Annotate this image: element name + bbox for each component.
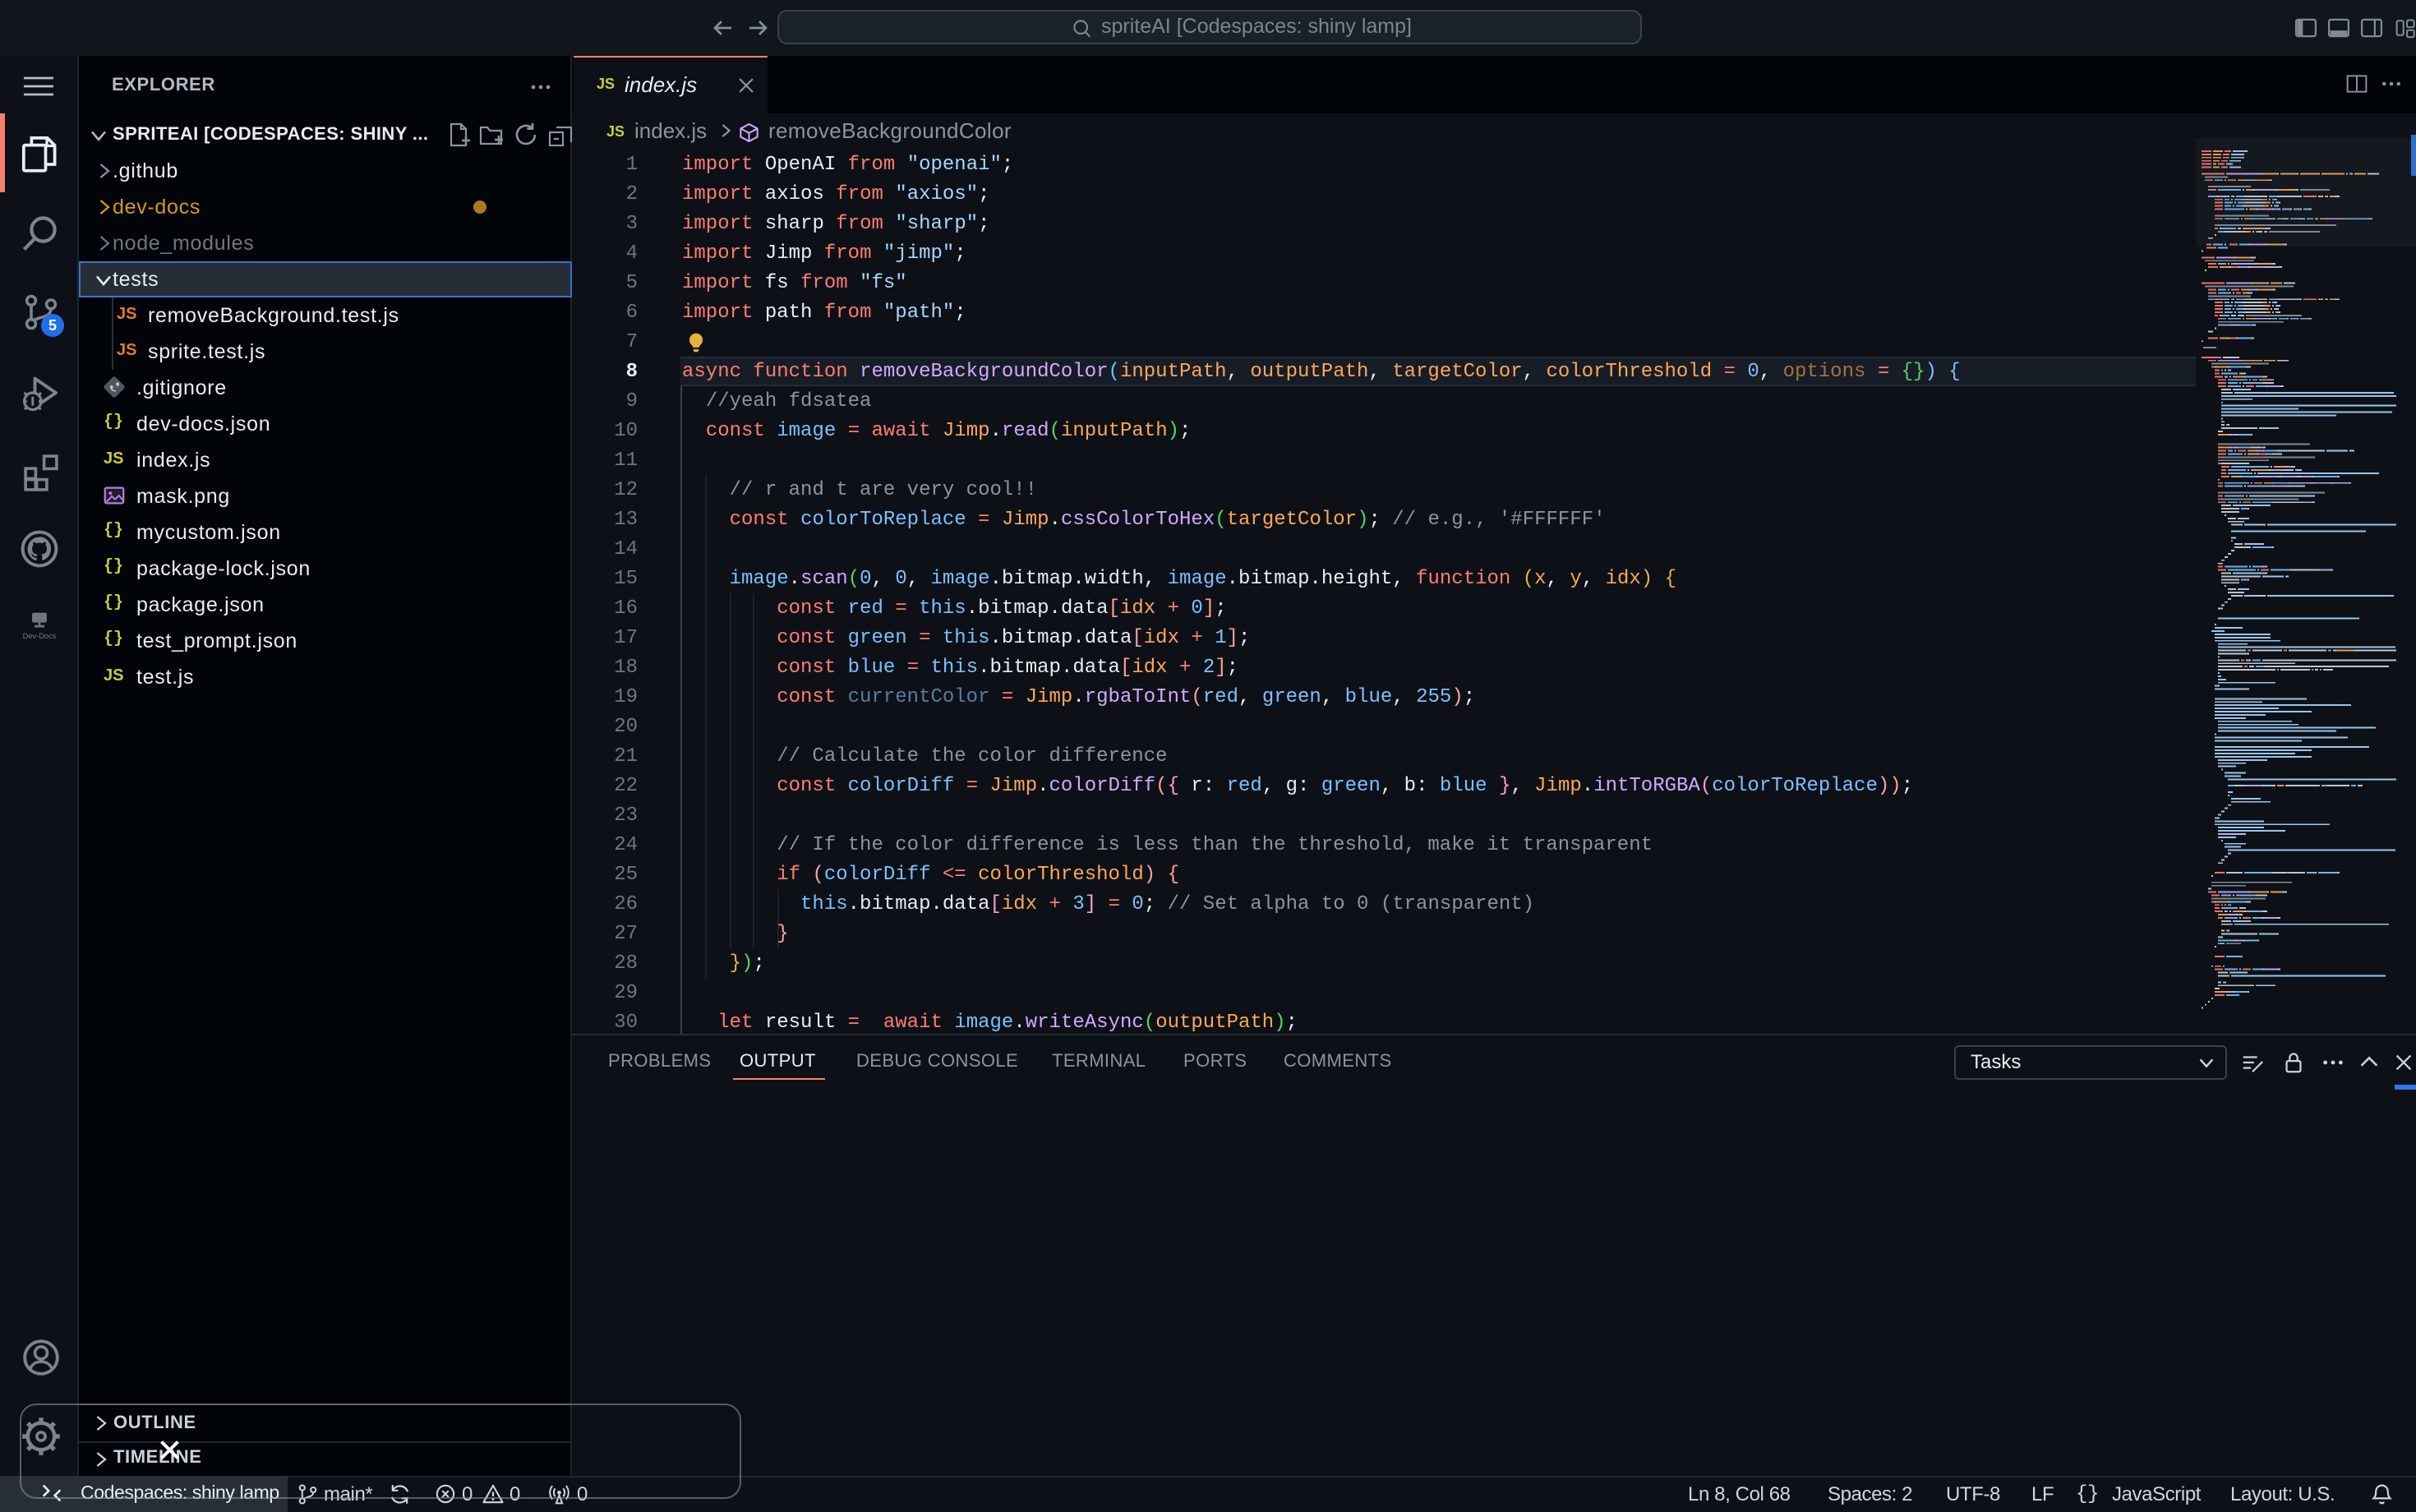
svg-text:Dev-Docs: Dev-Docs (23, 632, 57, 640)
